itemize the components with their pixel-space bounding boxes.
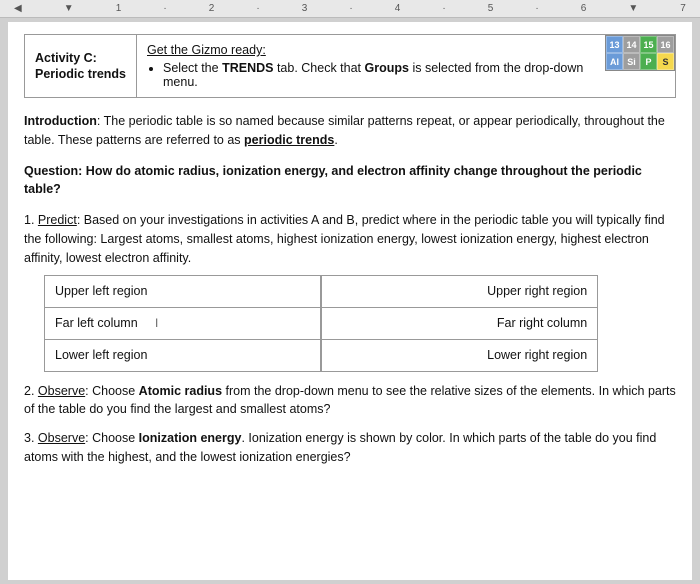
- periodic-trends-label: Periodic trends: [35, 67, 126, 81]
- pt-cell-13: 13: [606, 36, 623, 53]
- ruler-mark: ·: [256, 3, 259, 14]
- far-left-cell[interactable]: Far left column I: [45, 308, 322, 340]
- ruler-mark: ·: [349, 3, 352, 14]
- predict-table: Upper left region Upper right region Far…: [44, 275, 598, 371]
- far-right-cell[interactable]: Far right column: [321, 308, 598, 340]
- activity-c-label: Activity C:: [35, 51, 126, 65]
- pt-cell-15: 15: [640, 36, 657, 53]
- observe-label-3: Observe: [38, 431, 85, 445]
- intro-label: Introduction: The periodic table is so n…: [24, 114, 665, 147]
- upper-right-cell[interactable]: Upper right region: [321, 276, 598, 308]
- upper-left-cell[interactable]: Upper left region: [45, 276, 322, 308]
- ruler-mark: ·: [442, 3, 445, 14]
- ruler-marks: ◀ ▼ 1 · 2 · 3 · 4 · 5 · 6 ▼ 7: [4, 3, 696, 14]
- page-container: Activity C: Periodic trends Get the Gizm…: [8, 22, 692, 580]
- mini-periodic-table: 13 14 15 16 Al Si P S: [605, 35, 675, 97]
- introduction-section: Introduction: The periodic table is so n…: [24, 112, 676, 150]
- question-text: Question: How do atomic radius, ionizati…: [24, 164, 642, 197]
- item-3: 3. Observe: Choose Ionization energy. Io…: [24, 429, 676, 467]
- pt-cell-si: Si: [623, 53, 640, 70]
- ruler-mark: 2: [209, 3, 215, 14]
- item-1: 1. Predict: Based on your investigations…: [24, 211, 676, 372]
- pt-cell-s: S: [657, 53, 674, 70]
- lower-right-cell[interactable]: Lower right region: [321, 339, 598, 371]
- instruction-item: Select the TRENDS tab. Check that Groups…: [163, 61, 595, 89]
- item-3-text: 3. Observe: Choose Ionization energy. Io…: [24, 431, 656, 464]
- ruler-mark: 4: [395, 3, 401, 14]
- predict-label: Predict: [38, 213, 77, 227]
- ruler-mark: 1: [116, 3, 122, 14]
- question-section: Question: How do atomic radius, ionizati…: [24, 162, 676, 200]
- ruler-mark: ◀: [14, 3, 22, 14]
- periodic-table-grid: 13 14 15 16 Al Si P S: [605, 35, 675, 71]
- pt-cell-al: Al: [606, 53, 623, 70]
- activity-instructions: Get the Gizmo ready: Select the TRENDS t…: [137, 35, 605, 97]
- item-2-text: 2. Observe: Choose Atomic radius from th…: [24, 384, 676, 417]
- ruler-mark: ·: [163, 3, 166, 14]
- activity-label: Activity C: Periodic trends: [25, 35, 137, 97]
- table-row: Far left column I Far right column: [45, 308, 598, 340]
- item-2: 2. Observe: Choose Atomic radius from th…: [24, 382, 676, 420]
- observe-label-2: Observe: [38, 384, 85, 398]
- ruler: ◀ ▼ 1 · 2 · 3 · 4 · 5 · 6 ▼ 7: [0, 0, 700, 18]
- pt-cell-14: 14: [623, 36, 640, 53]
- table-row: Upper left region Upper right region: [45, 276, 598, 308]
- lower-left-cell[interactable]: Lower left region: [45, 339, 322, 371]
- get-ready-label: Get the Gizmo ready:: [147, 43, 595, 57]
- table-row: Lower left region Lower right region: [45, 339, 598, 371]
- item-1-text: 1. Predict: Based on your investigations…: [24, 213, 665, 265]
- ruler-mark: 6: [581, 3, 587, 14]
- ruler-mark: ·: [535, 3, 538, 14]
- pt-cell-16: 16: [657, 36, 674, 53]
- ruler-mark: ▼: [628, 3, 638, 14]
- ruler-mark: 5: [488, 3, 494, 14]
- ruler-mark: ▼: [64, 3, 74, 14]
- periodic-trends-term: periodic trends: [244, 133, 334, 147]
- ruler-mark: 7: [680, 3, 686, 14]
- ruler-mark: 3: [302, 3, 308, 14]
- pt-cell-p: P: [640, 53, 657, 70]
- activity-header: Activity C: Periodic trends Get the Gizm…: [24, 34, 676, 98]
- instruction-text: Select the TRENDS tab. Check that Groups…: [163, 61, 583, 89]
